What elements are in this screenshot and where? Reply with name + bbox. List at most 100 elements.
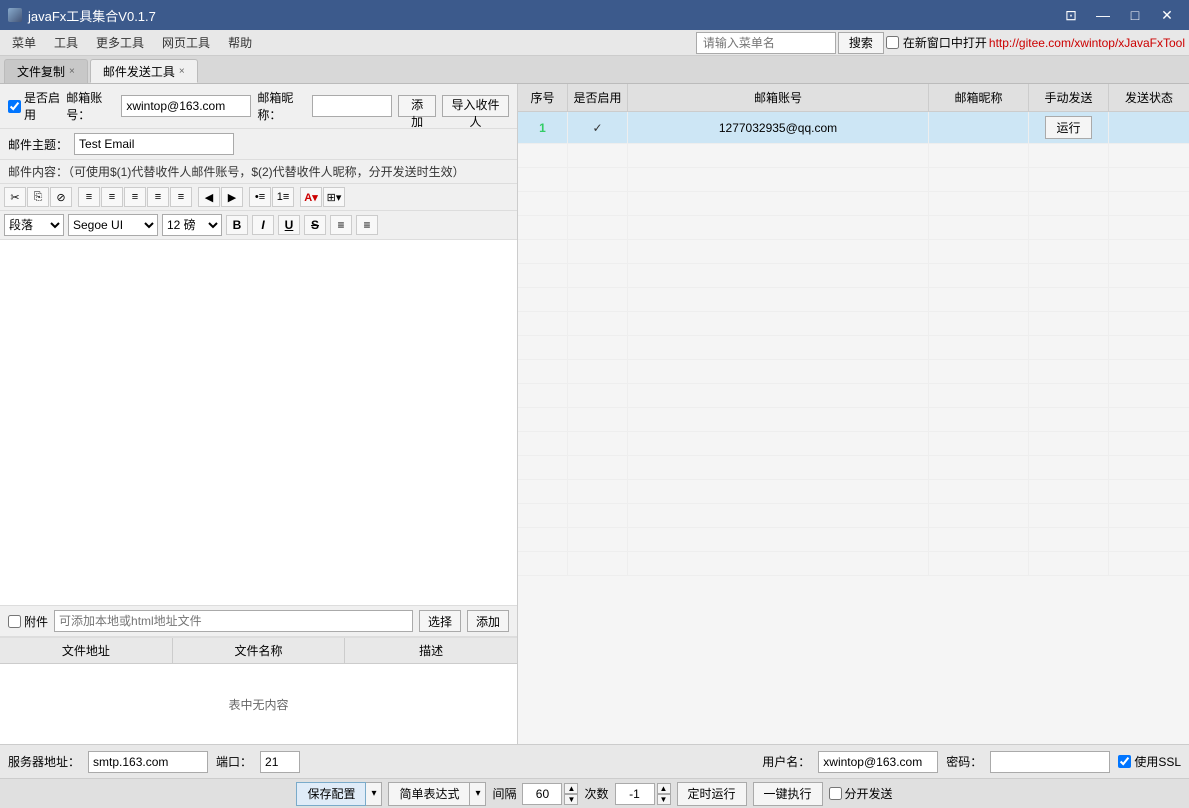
attachment-row: 附件 选择 添加 <box>0 606 517 637</box>
empty-cell <box>568 456 628 479</box>
empty-cell <box>518 504 568 527</box>
onekey-execute-button[interactable]: 一键执行 <box>753 782 823 806</box>
highlight-button[interactable]: ⊞▾ <box>323 187 345 207</box>
close-button[interactable]: ✕ <box>1153 3 1181 27</box>
restore-button[interactable]: ⊡ <box>1057 3 1085 27</box>
email-settings-row: 是否启用 邮箱账号： 邮箱昵称： 添加 导入收件人 <box>0 84 517 129</box>
new-window-checkbox[interactable] <box>886 36 899 49</box>
mode-dropdown[interactable]: ▾ <box>470 782 486 806</box>
empty-cell <box>518 312 568 335</box>
empty-cell <box>518 360 568 383</box>
tab-close-email-tool[interactable]: × <box>179 66 185 77</box>
username-input[interactable] <box>818 751 938 773</box>
email-enabled-checkbox[interactable] <box>8 100 21 113</box>
empty-row <box>518 456 1189 480</box>
empty-cell <box>1109 528 1189 551</box>
paste-button[interactable]: ⊘ <box>50 187 72 207</box>
search-input[interactable] <box>696 32 836 54</box>
right-align-button[interactable]: ≡ <box>356 215 378 235</box>
email-nickname-input[interactable] <box>312 95 392 117</box>
strikethrough-button[interactable]: S <box>304 215 326 235</box>
empty-cell <box>929 528 1029 551</box>
bold-button[interactable]: B <box>226 215 248 235</box>
server-input[interactable] <box>88 751 208 773</box>
attachment-checkbox[interactable] <box>8 615 21 628</box>
interval-up-button[interactable]: ▲ <box>564 783 578 794</box>
timer-run-button[interactable]: 定时运行 <box>677 782 747 806</box>
ssl-checkbox[interactable] <box>1118 755 1131 768</box>
interval-down-button[interactable]: ▼ <box>564 794 578 805</box>
mode-button[interactable]: 简单表达式 <box>388 782 470 806</box>
empty-cell <box>1109 456 1189 479</box>
empty-cell <box>568 144 628 167</box>
empty-cell <box>1029 216 1109 239</box>
choose-file-button[interactable]: 选择 <box>419 610 461 632</box>
cell-enabled-1: ✓ <box>568 112 628 143</box>
search-button[interactable]: 搜索 <box>838 32 884 54</box>
paragraph-select[interactable]: 段落 <box>4 214 64 236</box>
menu-bar: 菜单 工具 更多工具 网页工具 帮助 搜索 在新窗口中打开 http://git… <box>0 30 1189 56</box>
empty-cell <box>1109 480 1189 503</box>
align-justify-button[interactable]: ≡ <box>147 187 169 207</box>
add-attachment-button[interactable]: 添加 <box>467 610 509 632</box>
menu-item-more-tools[interactable]: 更多工具 <box>88 31 152 54</box>
count-input[interactable] <box>615 783 655 805</box>
font-color-button[interactable]: A▾ <box>300 187 322 207</box>
empty-cell <box>568 216 628 239</box>
indent-left-button[interactable]: ◀ <box>198 187 220 207</box>
count-up-button[interactable]: ▲ <box>657 783 671 794</box>
indent-right-button[interactable]: ▶ <box>221 187 243 207</box>
count-down-button[interactable]: ▼ <box>657 794 671 805</box>
empty-row <box>518 216 1189 240</box>
empty-cell <box>1029 192 1109 215</box>
password-input[interactable] <box>990 751 1110 773</box>
save-config-button[interactable]: 保存配置 <box>296 782 366 806</box>
align-center-button[interactable]: ≡ <box>101 187 123 207</box>
run-button-1[interactable]: 运行 <box>1045 116 1091 139</box>
add-recipient-button[interactable]: 添加 <box>398 95 436 117</box>
number-list-button[interactable]: 1≡ <box>272 187 294 207</box>
empty-cell <box>628 336 929 359</box>
menu-item-web-tools[interactable]: 网页工具 <box>154 31 218 54</box>
col-status-header: 发送状态 <box>1109 84 1189 111</box>
recipient-row-1[interactable]: 1 ✓ 1277032935@qq.com 运行 <box>518 112 1189 144</box>
save-config-dropdown[interactable]: ▾ <box>366 782 382 806</box>
subject-input[interactable] <box>74 133 234 155</box>
underline-button[interactable]: U <box>278 215 300 235</box>
empty-cell <box>628 480 929 503</box>
font-size-select[interactable]: 12 磅 <box>162 214 222 236</box>
email-account-input[interactable] <box>121 95 251 117</box>
tab-close-file-copy[interactable]: × <box>69 66 75 77</box>
center-align-button[interactable]: ≡ <box>330 215 352 235</box>
empty-cell <box>929 168 1029 191</box>
align-left-button[interactable]: ≡ <box>78 187 100 207</box>
empty-cell <box>518 144 568 167</box>
empty-cell <box>628 432 929 455</box>
cell-status-1 <box>1109 112 1189 143</box>
copy-button[interactable]: ⎘ <box>27 187 49 207</box>
tab-file-copy[interactable]: 文件复制 × <box>4 59 88 83</box>
font-select[interactable]: Segoe UI <box>68 214 158 236</box>
menu-item-tools[interactable]: 工具 <box>46 31 86 54</box>
interval-input[interactable] <box>522 783 562 805</box>
gitee-link[interactable]: http://gitee.com/xwintop/xJavaFxTool <box>989 36 1185 50</box>
import-recipients-button[interactable]: 导入收件人 <box>442 95 509 117</box>
split-send-checkbox[interactable] <box>829 787 842 800</box>
col-nickname-header: 邮箱昵称 <box>929 84 1029 111</box>
italic-button[interactable]: I <box>252 215 274 235</box>
menu-item-menu[interactable]: 菜单 <box>4 31 44 54</box>
empty-cell <box>628 288 929 311</box>
port-input[interactable] <box>260 751 300 773</box>
bullet-list-button[interactable]: •≡ <box>249 187 271 207</box>
cut-button[interactable]: ✂ <box>4 187 26 207</box>
align-right-button[interactable]: ≡ <box>124 187 146 207</box>
minimize-button[interactable]: — <box>1089 3 1117 27</box>
email-body-editor[interactable] <box>0 240 517 606</box>
tab-email-tool[interactable]: 邮件发送工具 × <box>90 59 198 83</box>
align-full-button[interactable]: ≡ <box>170 187 192 207</box>
attachment-path-input[interactable] <box>54 610 413 632</box>
empty-cell <box>1109 216 1189 239</box>
cell-account-1: 1277032935@qq.com <box>628 112 929 143</box>
maximize-button[interactable]: □ <box>1121 3 1149 27</box>
menu-item-help[interactable]: 帮助 <box>220 31 260 54</box>
